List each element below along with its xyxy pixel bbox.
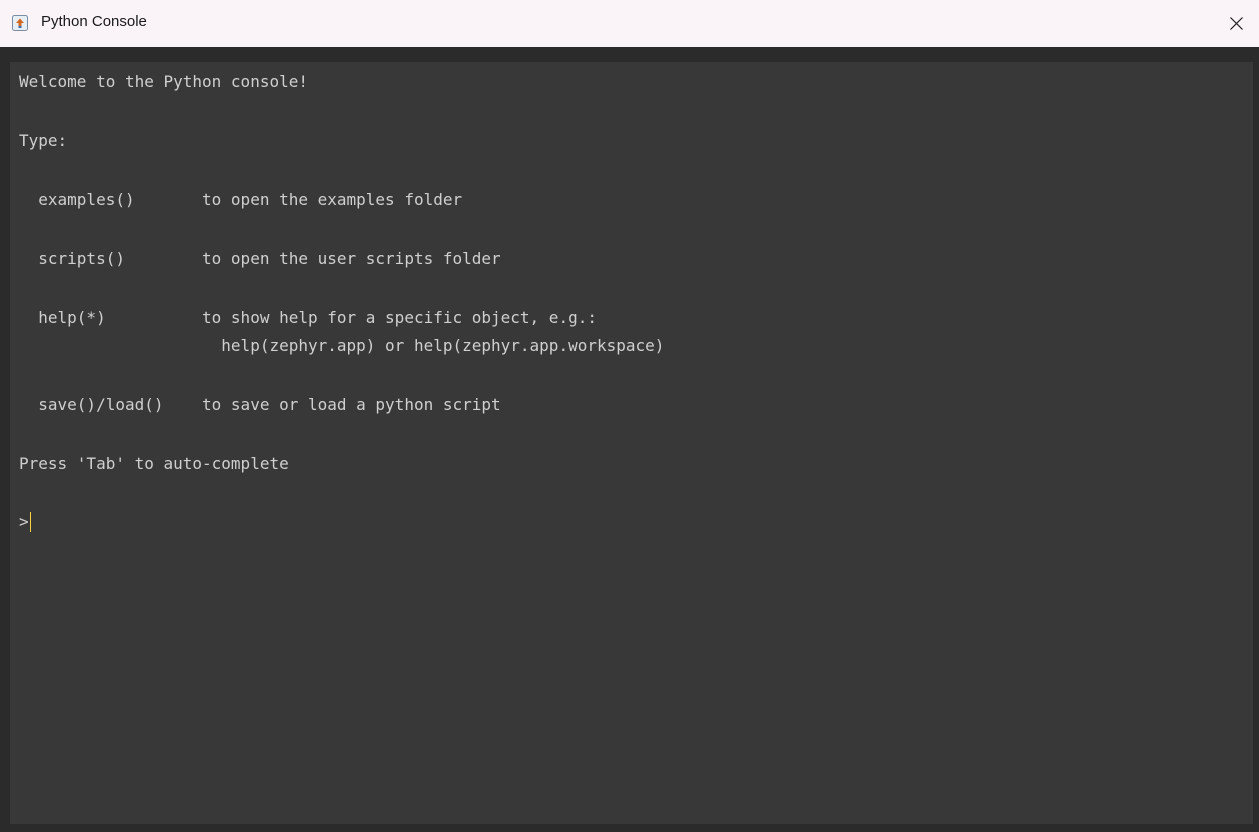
console-input-line[interactable]: >: [19, 512, 31, 532]
console-line-tab-hint: Press 'Tab' to auto-complete: [19, 454, 289, 473]
close-button[interactable]: [1213, 0, 1259, 47]
title-bar[interactable]: Python Console: [0, 0, 1259, 47]
python-console-window: Python Console Welcome to the Python con…: [0, 0, 1259, 832]
console-line-welcome: Welcome to the Python console!: [19, 72, 308, 91]
console-line-save-load: save()/load() to save or load a python s…: [19, 395, 501, 414]
console-line-scripts: scripts() to open the user scripts folde…: [19, 249, 501, 268]
close-icon: [1230, 17, 1243, 30]
console-frame: Welcome to the Python console! Type: exa…: [0, 47, 1259, 832]
console-line-examples: examples() to open the examples folder: [19, 190, 463, 209]
console-line-help-example: help(zephyr.app) or help(zephyr.app.work…: [19, 336, 665, 355]
console-prompt: >: [19, 512, 29, 531]
console-line-help: help(*) to show help for a specific obje…: [19, 308, 597, 327]
window-title: Python Console: [41, 13, 147, 30]
text-caret: [29, 512, 31, 532]
python-console-icon: [12, 15, 28, 31]
console-output-area[interactable]: Welcome to the Python console! Type: exa…: [10, 62, 1253, 824]
console-line-type: Type:: [19, 131, 68, 150]
